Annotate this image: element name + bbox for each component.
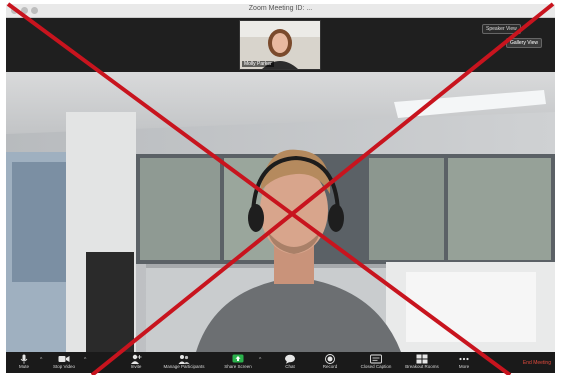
breakout-rooms-label: Breakout Rooms bbox=[405, 364, 439, 369]
manage-participants-label: Manage Participants bbox=[163, 364, 205, 369]
active-speaker-video bbox=[6, 72, 555, 352]
chat-icon bbox=[285, 354, 295, 364]
more-button[interactable]: More bbox=[446, 353, 482, 373]
participant-name-label: Molly Parker bbox=[242, 61, 274, 67]
more-icon bbox=[459, 357, 469, 361]
speaker-view-button[interactable]: Speaker View bbox=[482, 24, 521, 34]
record-label: Record bbox=[322, 364, 338, 369]
share-screen-label: Share Screen bbox=[224, 364, 252, 369]
meeting-toolbar: Mute ^ Stop Video ^ Invite Manage Partic… bbox=[6, 352, 555, 373]
video-camera-icon bbox=[58, 356, 70, 362]
share-screen-icon bbox=[232, 354, 244, 363]
video-options-chevron-icon[interactable]: ^ bbox=[84, 357, 86, 363]
chat-button[interactable]: Chat bbox=[272, 353, 308, 373]
closed-caption-button[interactable]: Closed Caption bbox=[354, 353, 398, 373]
zoom-meeting-window: Zoom Meeting ID: ... Molly Parker Speake… bbox=[6, 4, 555, 373]
end-meeting-button[interactable]: End Meeting bbox=[523, 360, 551, 366]
microphone-icon bbox=[20, 354, 28, 364]
chat-label: Chat bbox=[285, 364, 295, 369]
closed-caption-label: Closed Caption bbox=[360, 364, 392, 369]
breakout-rooms-icon bbox=[416, 354, 428, 364]
record-icon bbox=[325, 354, 335, 364]
gallery-view-button[interactable]: Gallery View bbox=[506, 38, 542, 48]
share-options-chevron-icon[interactable]: ^ bbox=[259, 357, 261, 363]
participant-thumbnail[interactable]: Molly Parker bbox=[239, 20, 321, 70]
record-button[interactable]: Record bbox=[312, 353, 348, 373]
mute-label: Mute bbox=[18, 364, 29, 369]
more-label: More bbox=[458, 364, 470, 369]
stop-video-button[interactable]: Stop Video bbox=[46, 353, 82, 373]
invite-person-icon bbox=[131, 354, 142, 364]
invite-label: Invite bbox=[130, 364, 142, 369]
manage-participants-button[interactable]: Manage Participants bbox=[158, 353, 210, 373]
closed-caption-icon bbox=[370, 354, 382, 364]
invite-button[interactable]: Invite bbox=[118, 353, 154, 373]
mute-button[interactable]: Mute bbox=[6, 353, 42, 373]
share-screen-button[interactable]: Share Screen bbox=[220, 353, 256, 373]
title-bar: Zoom Meeting ID: ... bbox=[6, 4, 555, 18]
speaker-video-frame bbox=[6, 72, 555, 352]
audio-options-chevron-icon[interactable]: ^ bbox=[40, 357, 42, 363]
stop-video-label: Stop Video bbox=[53, 364, 75, 369]
thumbnail-strip: Molly Parker Speaker View Gallery View bbox=[6, 18, 555, 72]
participants-icon bbox=[178, 355, 190, 364]
window-title: Zoom Meeting ID: ... bbox=[248, 5, 313, 12]
breakout-rooms-button[interactable]: Breakout Rooms bbox=[400, 353, 444, 373]
